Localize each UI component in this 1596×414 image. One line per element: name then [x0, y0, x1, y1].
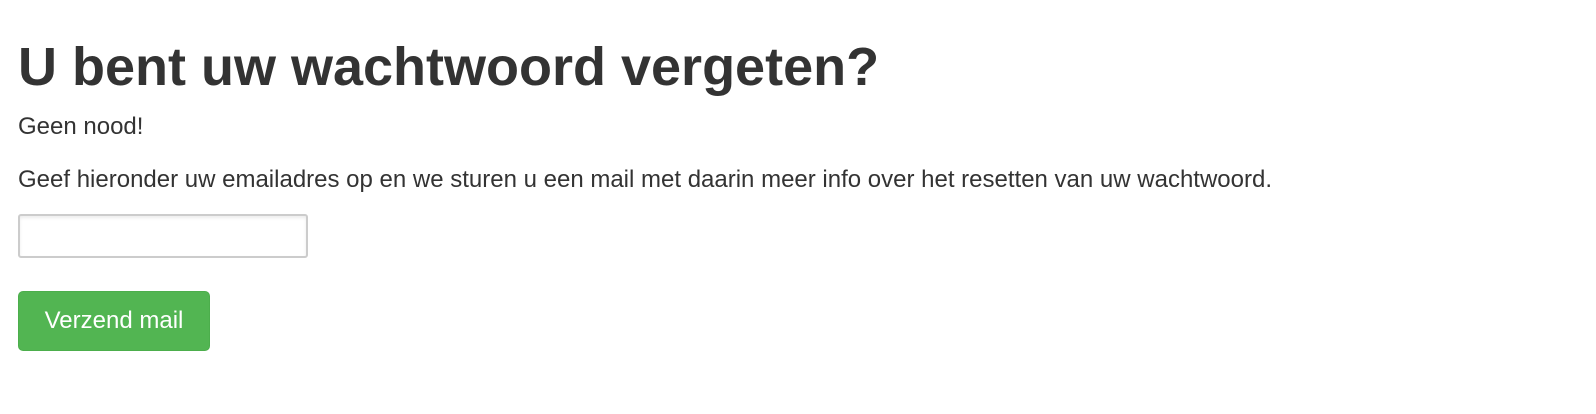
page-title: U bent uw wachtwoord vergeten?: [18, 37, 880, 97]
email-input[interactable]: [18, 214, 308, 258]
reassurance-text: Geen nood!: [18, 113, 144, 140]
send-mail-button[interactable]: Verzend mail: [18, 291, 210, 351]
instructions-text: Geef hieronder uw emailadres op en we st…: [18, 166, 1272, 193]
reset-form: Verzend mail: [18, 214, 1596, 351]
forgot-password-page: U bent uw wachtwoord vergeten? Geen nood…: [0, 0, 1596, 414]
